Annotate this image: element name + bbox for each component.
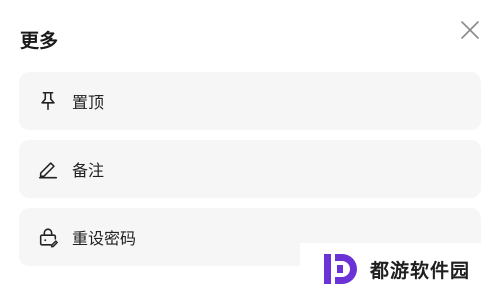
more-options-sheet: 更多 置顶 备注 重设密码 都游软件园 (0, 0, 500, 295)
menu-item-label: 置顶 (72, 93, 105, 112)
pen-icon (36, 157, 60, 181)
pin-icon (36, 89, 60, 113)
lock-reset-icon (36, 225, 60, 249)
menu-item-label: 重设密码 (72, 229, 137, 248)
close-icon (461, 21, 479, 39)
watermark-logo (324, 254, 357, 284)
menu-item-note[interactable]: 备注 (19, 140, 481, 198)
menu-item-pin[interactable]: 置顶 (19, 72, 481, 130)
watermark-text: 都游软件园 (370, 259, 471, 282)
menu-item-label: 备注 (72, 161, 105, 180)
close-button[interactable] (458, 18, 482, 42)
sheet-title: 更多 (20, 30, 59, 52)
watermark: 都游软件园 (300, 243, 500, 295)
